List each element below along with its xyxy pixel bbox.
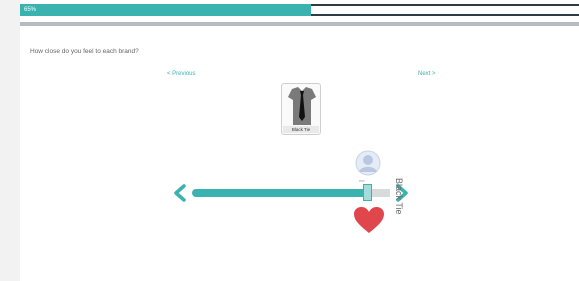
question-text: How close do you feel to each brand? (30, 48, 139, 55)
previous-link[interactable]: < Previous (167, 71, 196, 77)
header-divider (20, 22, 579, 26)
shirt-tie-icon (288, 87, 316, 125)
slider-handle[interactable] (363, 184, 372, 201)
brand-name: Black Tie (283, 126, 319, 133)
progress-remaining (310, 6, 579, 14)
chevron-left-icon[interactable] (173, 184, 187, 202)
progress-label: 65% (24, 7, 37, 13)
progress-fill (20, 4, 311, 16)
heart-icon (354, 207, 384, 233)
brand-card: Black Tie (281, 83, 321, 135)
rating-vertical-label: Black Tie (394, 178, 404, 215)
next-link[interactable]: Next > (418, 71, 436, 77)
left-margin (0, 0, 20, 281)
avatar-label: me (359, 178, 365, 183)
slider-track[interactable] (192, 189, 368, 197)
user-avatar-icon (355, 150, 381, 176)
progress-bar: 65% (20, 4, 579, 16)
